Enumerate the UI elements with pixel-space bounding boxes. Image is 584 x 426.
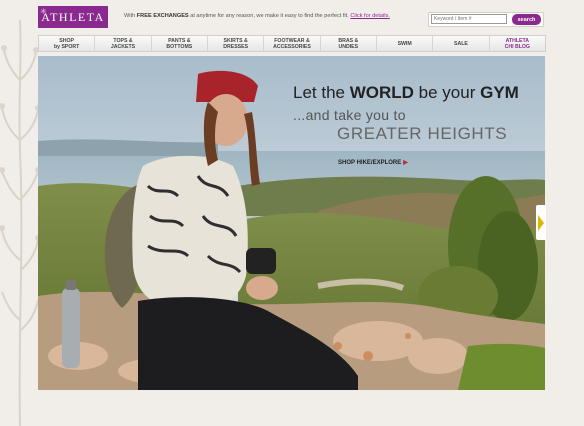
play-arrow-icon: ▶ bbox=[403, 160, 408, 166]
headline-text-a: Let the bbox=[293, 83, 350, 102]
shop-hike-explore-link[interactable]: SHOP HIKE/EXPLORE ▶ bbox=[338, 159, 408, 166]
nav-shop-by-sport[interactable]: SHOP by SPORT bbox=[39, 36, 96, 51]
logo-text: ATHLETA bbox=[41, 9, 105, 24]
search-button[interactable]: search bbox=[512, 14, 541, 25]
cta-label: SHOP HIKE/EXPLORE bbox=[338, 160, 402, 166]
nav-skirts-dresses[interactable]: SKIRTS & DRESSES bbox=[208, 36, 265, 51]
nav-sale[interactable]: SALE bbox=[433, 36, 490, 51]
promo-details-link[interactable]: Click for details. bbox=[350, 13, 389, 19]
athleta-logo[interactable]: ✳ ATHLETA bbox=[38, 6, 108, 28]
nav-pants-bottoms[interactable]: PANTS & BOTTOMS bbox=[152, 36, 208, 51]
promo-prefix: With bbox=[124, 13, 137, 19]
hero-banner-image[interactable] bbox=[38, 56, 545, 390]
headline-word-gym: GYM bbox=[480, 83, 519, 102]
promo-suffix: at anytime for any reason, we make it ea… bbox=[188, 13, 349, 19]
search-input[interactable] bbox=[431, 14, 507, 24]
hero-tagline: GREATER HEIGHTS bbox=[337, 124, 508, 143]
promo-highlight: FREE EXCHANGES bbox=[136, 13, 189, 19]
nav-bras-undies[interactable]: BRAS & UNDIES bbox=[321, 36, 377, 51]
decorative-plant-graphic bbox=[0, 19, 40, 426]
hero-subheadline: ...and take you to bbox=[293, 107, 406, 123]
chevron-right-icon bbox=[538, 214, 544, 231]
nav-tops-jackets[interactable]: TOPS & JACKETS bbox=[95, 36, 152, 51]
nav-athleta-chi-blog[interactable]: ATHLETA CHI BLOG bbox=[490, 36, 545, 51]
promo-message: With FREE EXCHANGES at anytime for any r… bbox=[124, 13, 390, 19]
headline-word-world: WORLD bbox=[349, 83, 414, 102]
nav-swim[interactable]: SWIM bbox=[377, 36, 434, 51]
headline-text-c: be your bbox=[413, 83, 481, 102]
nav-footwear-accessories[interactable]: FOOTWEAR & ACCESSORIES bbox=[264, 36, 321, 51]
carousel-next-button[interactable] bbox=[536, 205, 546, 240]
hero-headline: Let the WORLD be your GYM bbox=[293, 83, 519, 103]
logo-star-icon: ✳ bbox=[40, 7, 49, 16]
main-navigation: SHOP by SPORT TOPS & JACKETS PANTS & BOT… bbox=[38, 35, 546, 52]
